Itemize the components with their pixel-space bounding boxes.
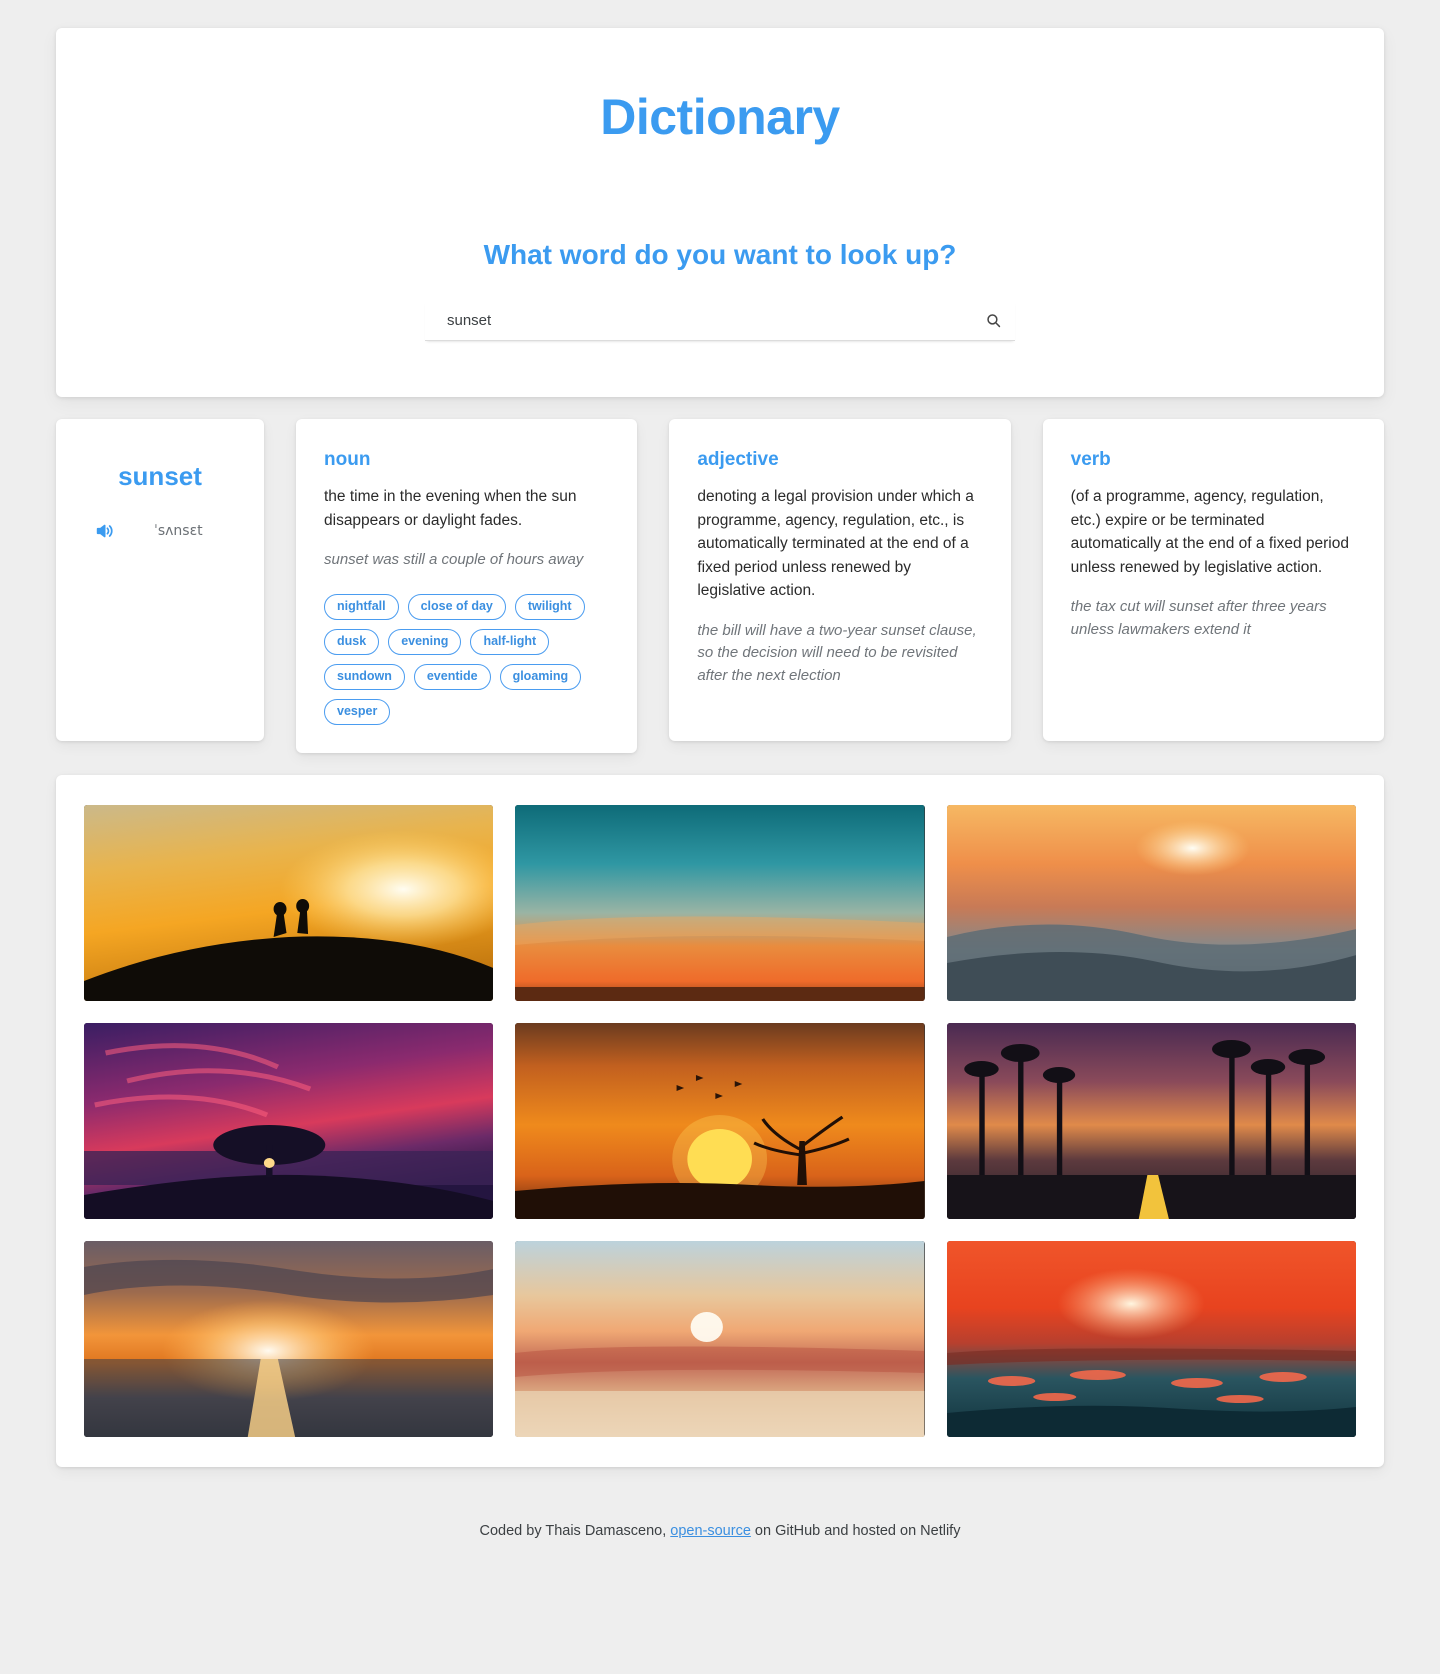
synonym-pill[interactable]: nightfall (324, 593, 399, 620)
part-of-speech-label: adjective (697, 449, 779, 470)
footer-prefix: Coded by Thais Damasceno, (479, 1522, 671, 1539)
photo-image (84, 1022, 494, 1219)
search-input[interactable] (447, 301, 983, 340)
synonym-list: nightfall close of day twilight dusk eve… (324, 593, 609, 725)
meaning-card-verb: verb (of a programme, agency, regulation… (1042, 419, 1384, 741)
photo-thumbnail[interactable] (515, 1022, 925, 1219)
synonym-pill[interactable]: vesper (324, 698, 391, 725)
photo-thumbnail[interactable] (515, 804, 925, 1001)
synonym-pill[interactable]: dusk (324, 628, 380, 655)
photo-image (84, 1240, 494, 1437)
open-source-link[interactable]: open-source (670, 1523, 751, 1539)
synonym-pill[interactable]: twilight (514, 593, 585, 620)
results-row: sunset ˈsʌnsɛt noun the time in the even… (56, 419, 1384, 753)
synonym-pill[interactable]: evening (388, 628, 462, 655)
photo-thumbnail[interactable] (946, 1240, 1356, 1437)
definition-text: denoting a legal provision under which a… (697, 488, 974, 600)
hero-card: Dictionary What word do you want to look… (56, 28, 1384, 397)
search-prompt: What word do you want to look up? (483, 239, 957, 270)
footer: Coded by Thais Damasceno, open-source on… (56, 1467, 1384, 1573)
footer-suffix: on GitHub and hosted on Netlify (750, 1522, 961, 1539)
phonetic-text: ˈsʌnsɛt (154, 523, 203, 539)
photo-image (515, 804, 925, 1001)
part-of-speech-label: noun (324, 449, 371, 470)
synonym-pill[interactable]: gloaming (499, 663, 582, 690)
example-text: the bill will have a two-year sunset cla… (697, 621, 977, 684)
example-text: the tax cut will sunset after three year… (1070, 598, 1327, 638)
search-form (425, 301, 1015, 341)
definition-text: (of a programme, agency, regulation, etc… (1070, 488, 1349, 576)
photo-thumbnail[interactable] (84, 1240, 494, 1437)
synonym-pill[interactable]: half-light (470, 628, 550, 655)
photos-card (56, 774, 1384, 1467)
phonetics-row: ˈsʌnsɛt (84, 520, 236, 542)
photo-image (946, 804, 1356, 1001)
synonym-pill[interactable]: sundown (324, 663, 405, 690)
photo-image (515, 1240, 925, 1437)
search-icon[interactable] (983, 311, 1003, 331)
photo-thumbnail[interactable] (946, 804, 1356, 1001)
photo-image (84, 804, 494, 1001)
photo-thumbnail[interactable] (946, 1022, 1356, 1219)
speaker-icon[interactable] (94, 520, 116, 542)
photo-image (946, 1240, 1356, 1437)
page-title: Dictionary (600, 89, 840, 145)
synonym-pill[interactable]: close of day (407, 593, 506, 620)
definition-text: the time in the evening when the sun dis… (324, 488, 577, 529)
photo-thumbnail[interactable] (84, 804, 494, 1001)
photo-thumbnail[interactable] (515, 1240, 925, 1437)
meaning-card-adjective: adjective denoting a legal provision und… (669, 419, 1011, 741)
photo-image (946, 1022, 1356, 1219)
photo-thumbnail[interactable] (84, 1022, 494, 1219)
page-container: Dictionary What word do you want to look… (0, 0, 1440, 1573)
example-text: sunset was still a couple of hours away (324, 551, 584, 569)
photo-image (515, 1022, 925, 1219)
word-title: sunset (118, 461, 202, 491)
meaning-card-noun: noun the time in the evening when the su… (296, 419, 638, 753)
part-of-speech-label: verb (1070, 449, 1111, 470)
word-card: sunset ˈsʌnsɛt (56, 419, 264, 741)
photo-grid (84, 804, 1356, 1437)
synonym-pill[interactable]: eventide (413, 663, 491, 690)
